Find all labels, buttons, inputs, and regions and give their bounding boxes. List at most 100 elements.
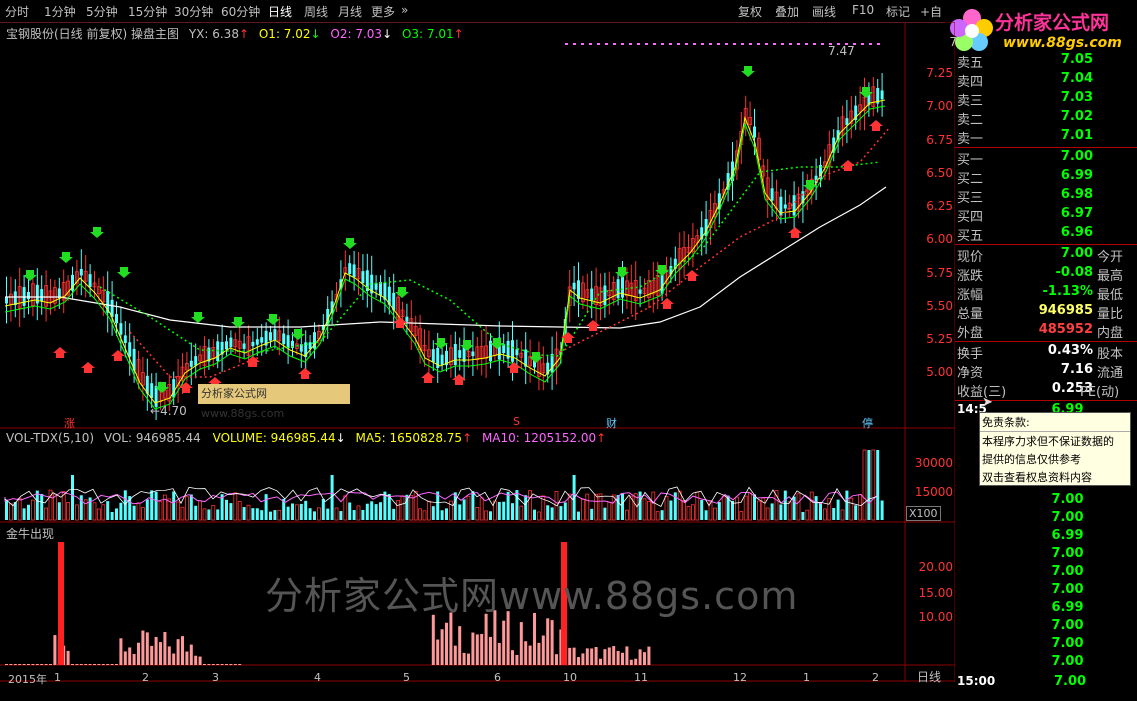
volume-bar [506,491,510,520]
indicator-bar [75,664,79,665]
volume-bar [770,503,774,520]
tab-monthly[interactable]: 月线 [338,3,362,20]
ma-red-dotted [129,331,261,378]
volume-bar [145,499,149,520]
candle-body [770,188,774,201]
logo-url: www.88gs.com [1003,35,1122,51]
ask-row-3[interactable]: 卖三 7.03 [957,90,1137,109]
volume-bar [79,495,83,520]
volume-bar [533,509,536,520]
ask-row-5[interactable]: 卖五 7.05 [957,52,1137,71]
tab-1min[interactable]: 1分钟 [44,3,76,20]
tab-60min[interactable]: 60分钟 [221,3,260,20]
tick-price: 7.00 [1051,582,1084,597]
bid-row-5[interactable]: 买五 6.96 [957,225,1137,244]
buy-signal-icon [859,87,873,98]
tooltip-line: 提供的信息仅供参考 [982,453,1081,466]
mark-button[interactable]: 标记 [886,3,910,20]
tab-more[interactable]: 更多 [371,3,395,20]
tick-price: 6.99 [1051,528,1084,543]
ask-row-4[interactable]: 卖四 7.04 [957,71,1137,90]
ad-banner[interactable]: 分析家公式网www.88gs.com [198,384,350,420]
overlay-button[interactable]: 叠加 [775,3,799,20]
volume-bar [819,501,822,520]
volume-bar [519,505,524,521]
volume-bar [365,503,369,520]
low-price-label: ←4.70 [150,404,187,418]
volume-bar [396,499,401,521]
ask-row-1[interactable]: 卖一 7.01 [957,128,1137,147]
event-label[interactable]: S [513,415,520,428]
more-arrow-icon[interactable]: » [401,3,408,17]
watermark: 分析家公式网www.88gs.com [265,574,799,618]
volume-bar [198,500,203,521]
tab-30min[interactable]: 30分钟 [174,3,213,20]
x-tick-label: 1 [54,671,61,684]
candle-body [269,332,272,341]
candle-body [229,337,233,348]
volume-bar [255,508,259,520]
last-tick-price: 7.00 [1054,674,1087,689]
restore-rights-button[interactable]: 复权 [738,3,762,20]
volume-bar [172,491,176,520]
volume-bar [577,511,580,520]
volume-bar [180,506,185,521]
volume-bar [22,508,26,520]
volume-bar [836,499,840,520]
indicator-bar [154,636,158,665]
candle-body [79,269,83,276]
event-label[interactable]: 财 [606,415,617,431]
event-label[interactable]: 涨 [64,415,75,431]
volume-bar [664,495,669,521]
volume-bar [787,501,792,521]
indicator-bar [599,658,602,665]
add-self-button[interactable]: +自 [920,3,942,20]
volume-bar [189,494,193,520]
tab-5min[interactable]: 5分钟 [86,3,118,20]
high-price-label: 7.47 [828,44,855,58]
indicator-bar [185,651,189,665]
tab-weekly[interactable]: 周线 [304,3,328,20]
volume-bar [475,507,480,521]
candle-body [453,343,457,365]
candle-body [251,341,255,347]
volume-bar [677,490,682,521]
bid-row-1[interactable]: 买一 7.00 [957,149,1137,168]
volume-bar [140,507,145,521]
bid-row-4[interactable]: 买四 6.97 [957,206,1137,225]
bid-row-3[interactable]: 买三 6.98 [957,187,1137,206]
volume-bar [422,510,427,521]
event-label[interactable]: 停 [862,415,873,431]
volume-bar [502,501,506,520]
period-label[interactable]: 日线 [917,668,941,685]
f10-button[interactable]: F10 [852,3,874,17]
indicator-bar [198,656,202,665]
stat-row-change: 涨跌 -0.08 最高 [957,265,1124,284]
volume-bar [5,499,8,520]
indicator-bar [132,653,136,665]
ask-row-2[interactable]: 卖二 7.02 [957,109,1137,128]
indicator-bar [211,664,215,665]
candle-body [405,316,409,322]
candle-body [440,354,444,365]
candle-body [616,279,620,299]
indicator-bar [13,664,17,665]
buy-signal-icon [117,267,131,278]
indicator-bar [150,645,154,665]
volume-bar [598,493,603,521]
bid-row-2[interactable]: 买二 6.99 [957,168,1137,187]
buy-signal-icon [291,329,305,340]
tab-daily[interactable]: 日线 [268,3,292,20]
volume-bar [299,503,303,520]
draw-line-button[interactable]: 画线 [812,3,836,20]
indicator-bar [167,646,171,665]
buy-signal-icon [23,270,37,281]
tick-price: 7.00 [1051,636,1084,651]
candle-body [40,289,44,302]
volume-bar [537,511,541,521]
tab-intraday[interactable]: 分时 [5,3,29,20]
x-tick-label: 11 [634,671,648,684]
volume-bar [136,502,141,521]
tab-15min[interactable]: 15分钟 [128,3,167,20]
candle-body [792,195,796,216]
